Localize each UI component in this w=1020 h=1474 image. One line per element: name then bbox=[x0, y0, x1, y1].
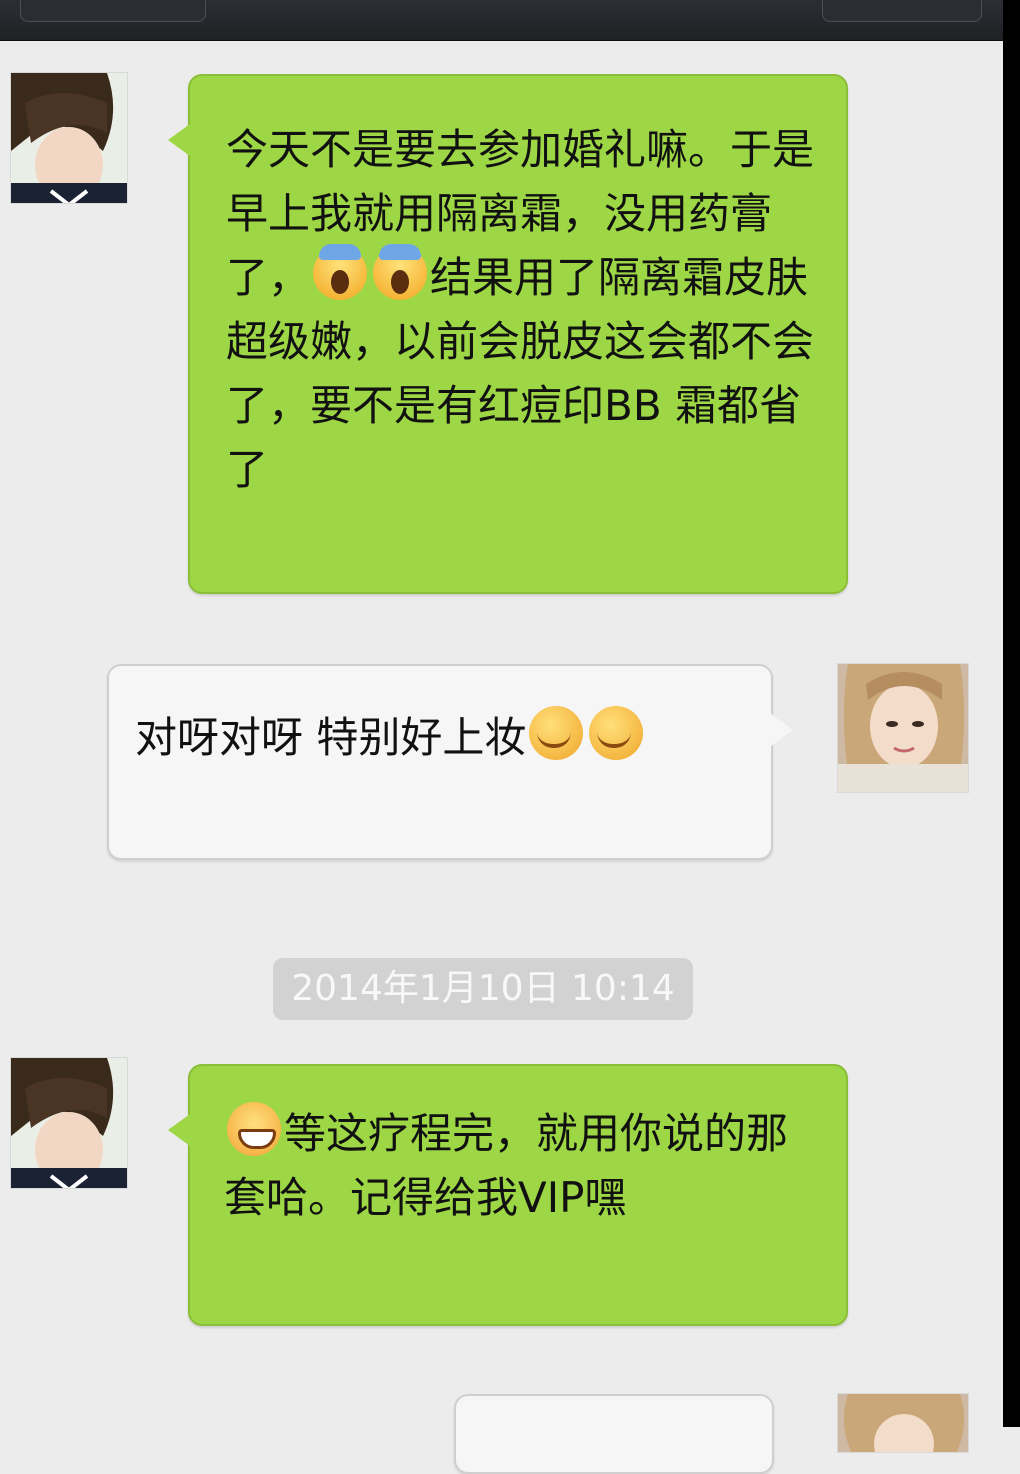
contact-avatar[interactable] bbox=[10, 1057, 128, 1189]
back-button[interactable] bbox=[20, 0, 206, 22]
giggle-covering-mouth-emoji bbox=[589, 706, 644, 760]
message-bubble-incoming[interactable]: 等这疗程完，就用你说的那套哈。记得给我VIP嘿 bbox=[168, 1064, 848, 1326]
self-avatar[interactable] bbox=[837, 663, 969, 793]
face-screaming-emoji bbox=[373, 244, 428, 300]
self-avatar[interactable] bbox=[837, 1393, 969, 1453]
chat-info-button[interactable] bbox=[822, 0, 982, 22]
message-text-part: 等这疗程完，就用你说的那套哈。记得给我VIP嘿 bbox=[224, 1109, 789, 1222]
bubble-tail bbox=[771, 714, 793, 746]
message-text: 今天不是要去参加婚礼嘛。于是早上我就用隔离霜，没用药膏了， 结果用了隔离霜皮肤超级… bbox=[226, 118, 820, 502]
message-text: 对呀对呀 特别好上妆 bbox=[135, 706, 747, 770]
contact-avatar[interactable] bbox=[10, 72, 128, 204]
giggle-covering-mouth-emoji bbox=[529, 706, 584, 760]
message-text-part: 结果用了隔离霜皮肤超级嫩，以前会脱皮这会都不会了，要不是有红痘印BB 霜都省了 bbox=[226, 253, 815, 494]
message-text-part: 对呀对呀 特别好上妆 bbox=[135, 713, 527, 762]
message-bubble-incoming[interactable]: 今天不是要去参加婚礼嘛。于是早上我就用隔离霜，没用药膏了， 结果用了隔离霜皮肤超级… bbox=[168, 74, 848, 594]
bubble-tail bbox=[168, 1114, 190, 1146]
message-bubble-outgoing-partial[interactable] bbox=[454, 1394, 774, 1474]
grinning-face-emoji bbox=[227, 1102, 281, 1156]
face-screaming-emoji bbox=[313, 244, 368, 300]
chat-title bbox=[380, 0, 620, 12]
navigation-bar bbox=[0, 0, 1003, 41]
bubble-tail bbox=[168, 124, 190, 156]
message-text: 等这疗程完，就用你说的那套哈。记得给我VIP嘿 bbox=[224, 1102, 820, 1230]
message-bubble-outgoing[interactable]: 对呀对呀 特别好上妆 bbox=[107, 664, 793, 860]
message-timestamp: 2014年1月10日 10:14 bbox=[273, 958, 693, 1020]
screen-edge bbox=[1003, 0, 1020, 1427]
